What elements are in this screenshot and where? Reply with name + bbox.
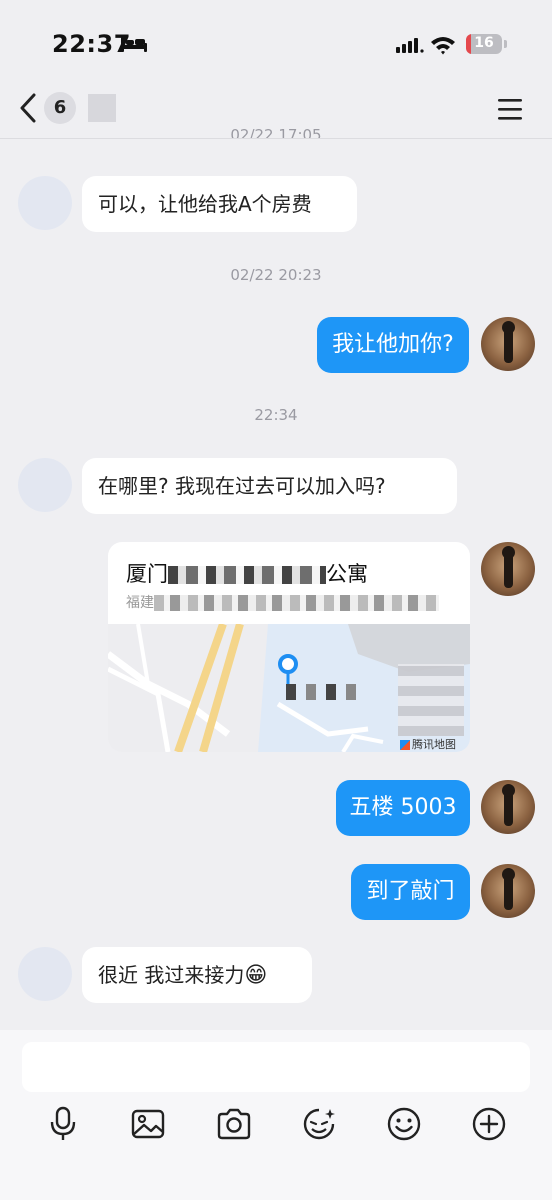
map-brand-text: 腾讯地图 (412, 738, 456, 751)
message-timestamp: 02/22 20:23 (230, 266, 322, 284)
battery-indicator: 16 (466, 34, 502, 54)
location-title: 厦门 公寓 (126, 558, 368, 588)
map-preview[interactable] (108, 624, 470, 752)
redacted-address (154, 595, 439, 611)
location-title-prefix: 厦门 (126, 562, 168, 586)
location-message-card[interactable]: 厦门 公寓 福建 腾讯地图 (108, 542, 470, 752)
incoming-message[interactable]: 可以，让他给我A个房费 (82, 176, 357, 232)
clipped-timestamp: 02/22 17:05 (230, 126, 322, 139)
chevron-left-icon (20, 93, 36, 123)
incoming-message[interactable]: 很近 我过来接力😁 (82, 947, 312, 1003)
self-avatar[interactable] (481, 317, 535, 371)
plus-icon[interactable] (469, 1104, 509, 1144)
location-title-suffix: 公寓 (326, 562, 368, 586)
image-icon[interactable] (128, 1104, 168, 1144)
tencent-map-icon (400, 740, 410, 750)
composer-bar (0, 1030, 552, 1200)
status-bar: 22:37 16 (0, 0, 552, 90)
sticker-icon[interactable] (299, 1104, 339, 1144)
hamburger-menu-icon[interactable] (494, 94, 526, 124)
self-avatar[interactable] (481, 864, 535, 918)
grinning-emoji: 😁 (244, 963, 268, 988)
cellular-signal-icon (396, 38, 424, 53)
message-timestamp: 22:34 (254, 406, 298, 424)
incoming-message[interactable]: 在哪里? 我现在过去可以加入吗? (82, 458, 457, 514)
contact-avatar[interactable] (18, 176, 72, 230)
camera-icon[interactable] (214, 1104, 254, 1144)
contact-avatar[interactable] (18, 458, 72, 512)
contact-avatar[interactable] (18, 947, 72, 1001)
message-input[interactable] (22, 1042, 530, 1092)
emoji-icon[interactable] (384, 1104, 424, 1144)
location-address-prefix: 福建 (126, 595, 154, 611)
redacted-text (168, 566, 326, 584)
outgoing-message[interactable]: 我让他加你? (317, 317, 469, 373)
incoming-message-text: 很近 我过来接力 (98, 963, 245, 987)
microphone-icon[interactable] (43, 1104, 83, 1144)
redacted-map-region (398, 664, 464, 736)
wifi-icon (431, 37, 455, 55)
map-brand-label: 腾讯地图 (400, 736, 456, 752)
location-address: 福建 (126, 592, 439, 612)
self-avatar[interactable] (481, 542, 535, 596)
sleep-focus-icon (121, 37, 147, 52)
battery-tip (504, 40, 507, 48)
outgoing-message[interactable]: 五楼 5003 (336, 780, 470, 836)
chat-header: 6 02/22 17:05 (0, 90, 552, 139)
outgoing-message[interactable]: 到了敲门 (351, 864, 470, 920)
unread-count-badge: 6 (44, 92, 76, 124)
chat-title-redacted[interactable] (88, 94, 116, 122)
redacted-map-label (286, 684, 366, 700)
self-avatar[interactable] (481, 780, 535, 834)
battery-percentage: 16 (474, 35, 494, 51)
